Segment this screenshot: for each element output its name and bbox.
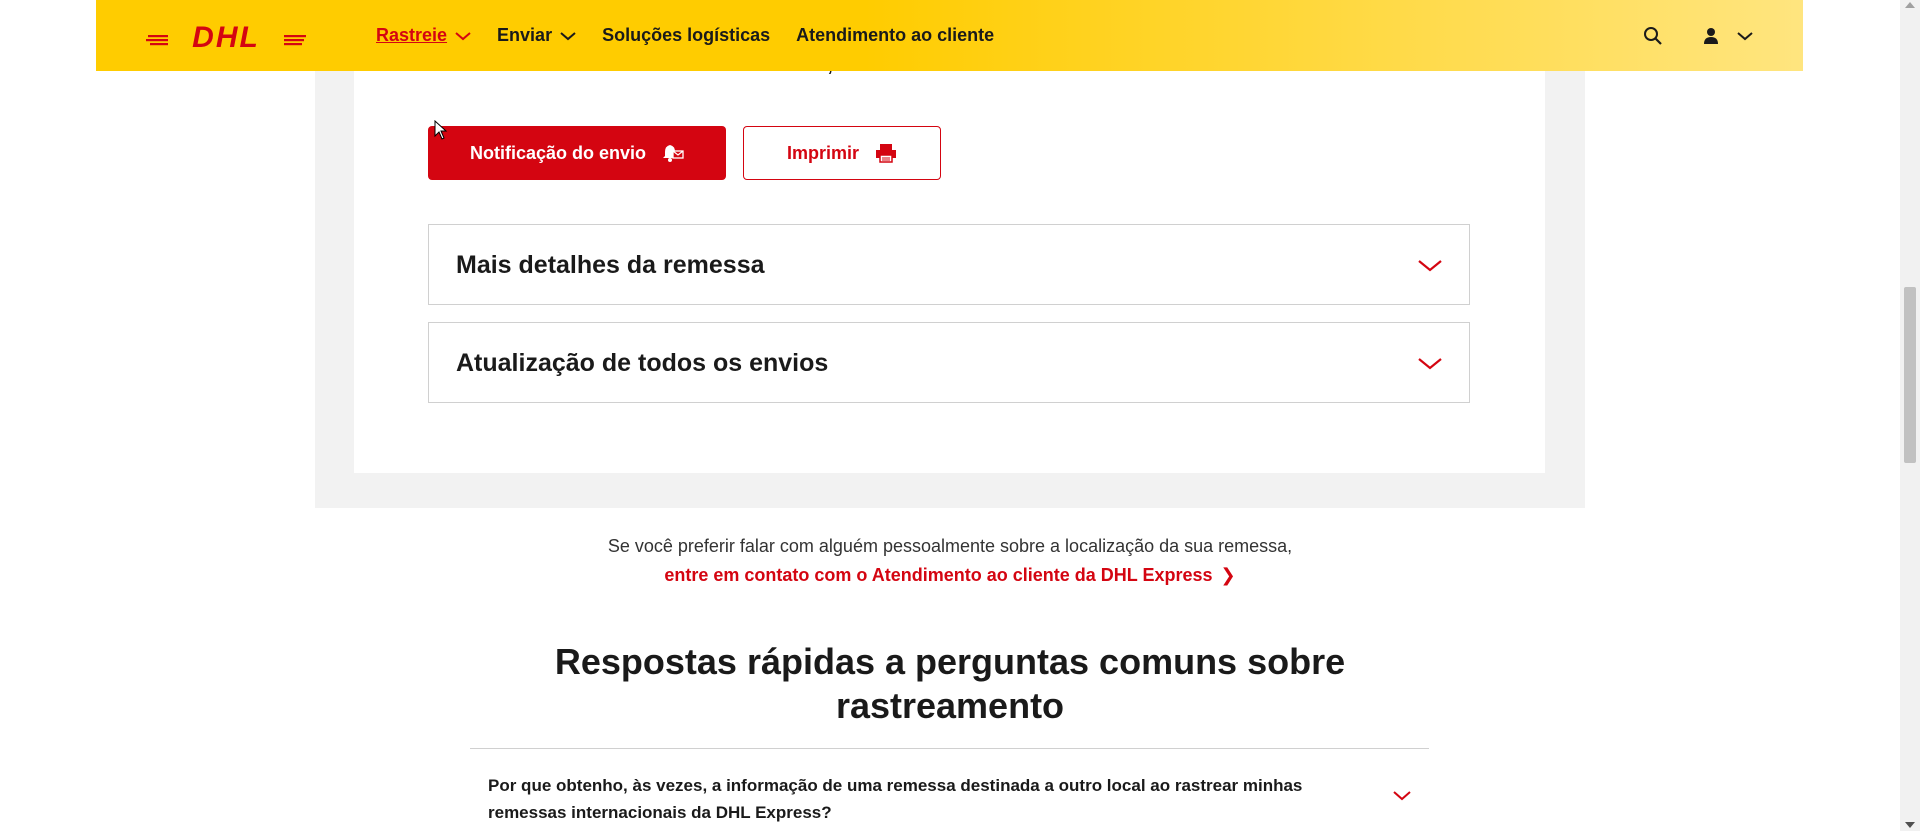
nav-rastreie[interactable]: Rastreie <box>376 25 471 46</box>
customer-service-link[interactable]: entre em contato com o Atendimento ao cl… <box>0 565 1900 586</box>
header-actions <box>1643 0 1753 71</box>
chevron-down-icon <box>560 31 576 40</box>
print-button[interactable]: Imprimir <box>743 126 941 180</box>
contact-text: Se você preferir falar com alguém pessoa… <box>607 536 1293 556</box>
site-header: DHL Rastreie Enviar Soluções logísticas … <box>96 0 1803 71</box>
customer-service-link-label: entre em contato com o Atendimento ao cl… <box>664 565 1213 585</box>
nav-solucoes-label: Soluções logísticas <box>602 25 771 45</box>
accordion-shipment-details[interactable]: Mais detalhes da remessa <box>428 224 1470 305</box>
search-button[interactable] <box>1643 26 1663 46</box>
scroll-up-arrow-icon[interactable] <box>1905 2 1915 8</box>
chevron-down-icon <box>1737 31 1753 40</box>
chevron-down-icon <box>1418 260 1442 272</box>
accordion-all-shipments-update[interactable]: Atualização de todos os envios <box>428 322 1470 403</box>
nav-rastreie-label: Rastreie <box>376 25 448 45</box>
faq-question[interactable]: Por que obtenho, às vezes, a informação … <box>488 772 1368 826</box>
chevron-down-icon[interactable] <box>1392 790 1412 802</box>
print-label: Imprimir <box>786 142 860 163</box>
search-icon <box>1644 26 1662 45</box>
main-nav: Rastreie Enviar Soluções logísticas Aten… <box>376 0 1020 71</box>
nav-solucoes-logisticas[interactable]: Soluções logísticas <box>602 25 770 46</box>
user-menu-button[interactable] <box>1703 27 1753 45</box>
faq-title: Respostas rápidas a perguntas comuns sob… <box>554 641 1346 726</box>
mouse-cursor-icon <box>434 120 448 140</box>
printer-icon <box>876 144 897 163</box>
faq-divider <box>470 748 1429 749</box>
scrollbar-thumb[interactable] <box>1904 287 1916 463</box>
shipment-notification-button[interactable]: Notificação do envio <box>428 126 726 180</box>
dhl-logo-text: DHL <box>192 21 260 54</box>
dhl-logo[interactable]: DHL <box>146 18 306 54</box>
user-icon <box>1704 27 1718 44</box>
accordion-title: Atualização de todos os envios <box>456 349 829 377</box>
page-scrollbar[interactable] <box>1900 0 1920 831</box>
shipment-notification-label: Notificação do envio <box>469 142 647 163</box>
nav-enviar[interactable]: Enviar <box>497 25 576 46</box>
accordion-title: Mais detalhes da remessa <box>456 251 765 279</box>
chevron-down-icon <box>455 31 471 40</box>
nav-enviar-label: Enviar <box>497 25 553 45</box>
chevron-down-icon <box>1418 358 1442 370</box>
nav-atendimento[interactable]: Atendimento ao cliente <box>796 25 994 46</box>
nav-atendimento-label: Atendimento ao cliente <box>796 25 995 45</box>
bell-mail-icon <box>663 145 684 162</box>
scroll-down-arrow-icon[interactable] <box>1905 822 1915 828</box>
chevron-right-icon: ❯ <box>1220 565 1236 585</box>
